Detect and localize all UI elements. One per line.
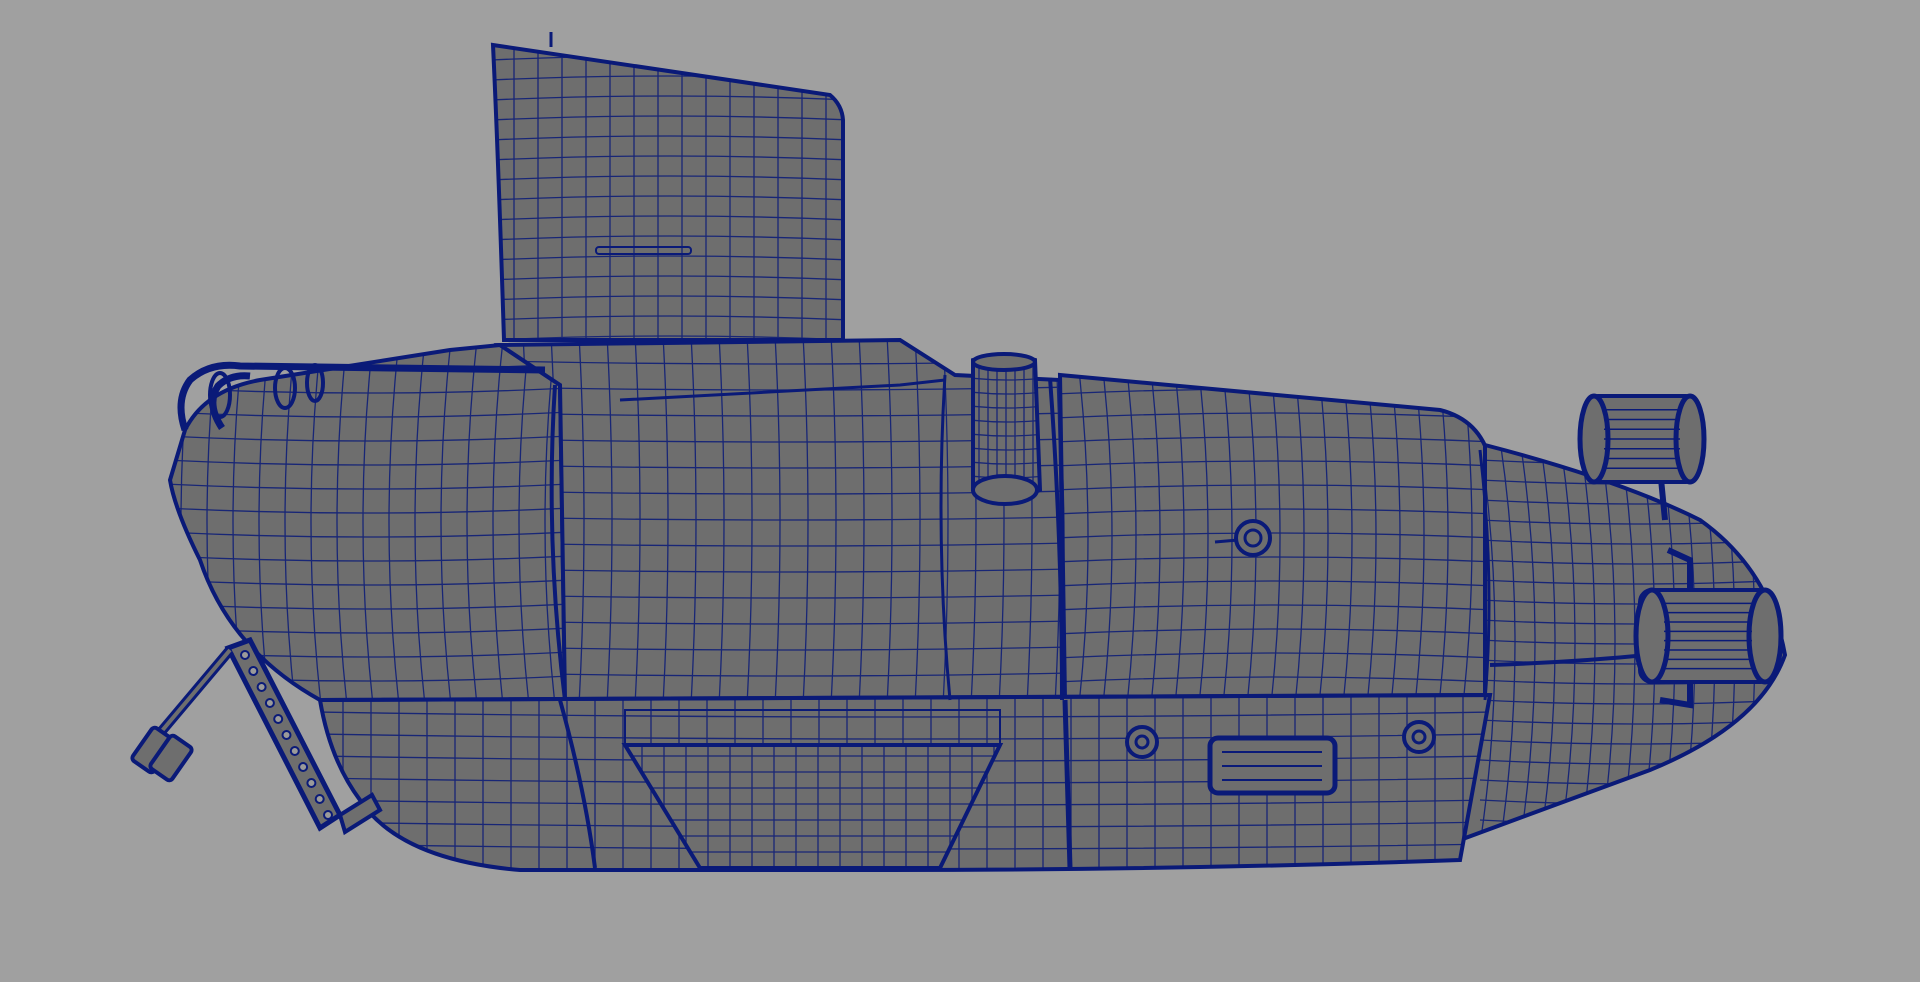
hull-bolt-right bbox=[1402, 720, 1436, 754]
3d-viewport[interactable] bbox=[0, 0, 1920, 982]
hull-front[interactable] bbox=[1055, 365, 1496, 705]
conning-tower[interactable] bbox=[490, 36, 850, 345]
hull-bolt-left bbox=[1125, 725, 1159, 759]
wireframe-scene[interactable] bbox=[0, 0, 1920, 982]
lower-hatch[interactable] bbox=[1207, 735, 1338, 796]
